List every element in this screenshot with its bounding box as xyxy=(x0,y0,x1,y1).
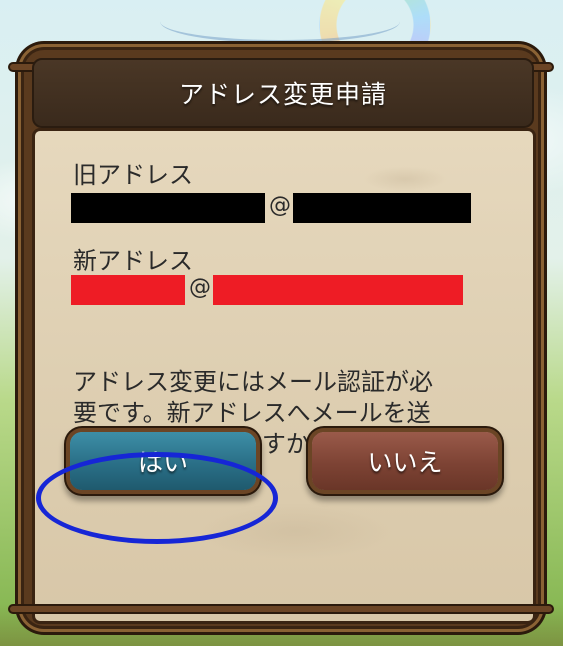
background-ornament xyxy=(160,0,400,43)
message-line: アドレス変更にはメール認証が必 xyxy=(73,368,433,396)
yes-button[interactable]: はい xyxy=(70,432,256,490)
new-address-local-redacted xyxy=(71,275,185,305)
old-address-at-symbol: @ xyxy=(269,193,291,218)
new-address-at-symbol: @ xyxy=(189,275,211,300)
no-button[interactable]: いいえ xyxy=(312,432,498,490)
old-address-label: 旧アドレス xyxy=(73,161,193,189)
new-address-domain-redacted xyxy=(213,275,463,305)
dialog-header: アドレス変更申請 xyxy=(32,58,534,128)
address-change-dialog: アドレス変更申請 旧アドレス @ 新アドレス @ アドレス変更にはメール認証が必… xyxy=(8,44,554,632)
old-address-domain-redacted xyxy=(293,193,471,223)
dialog-content-panel: 旧アドレス @ 新アドレス @ アドレス変更にはメール認証が必 要です。新アドレ… xyxy=(32,128,536,624)
dialog-title: アドレス変更申請 xyxy=(178,80,387,109)
message-line: 要です。新アドレスへメールを送 xyxy=(73,399,431,427)
new-address-label: 新アドレス xyxy=(73,247,193,275)
old-address-local-redacted xyxy=(71,193,265,223)
